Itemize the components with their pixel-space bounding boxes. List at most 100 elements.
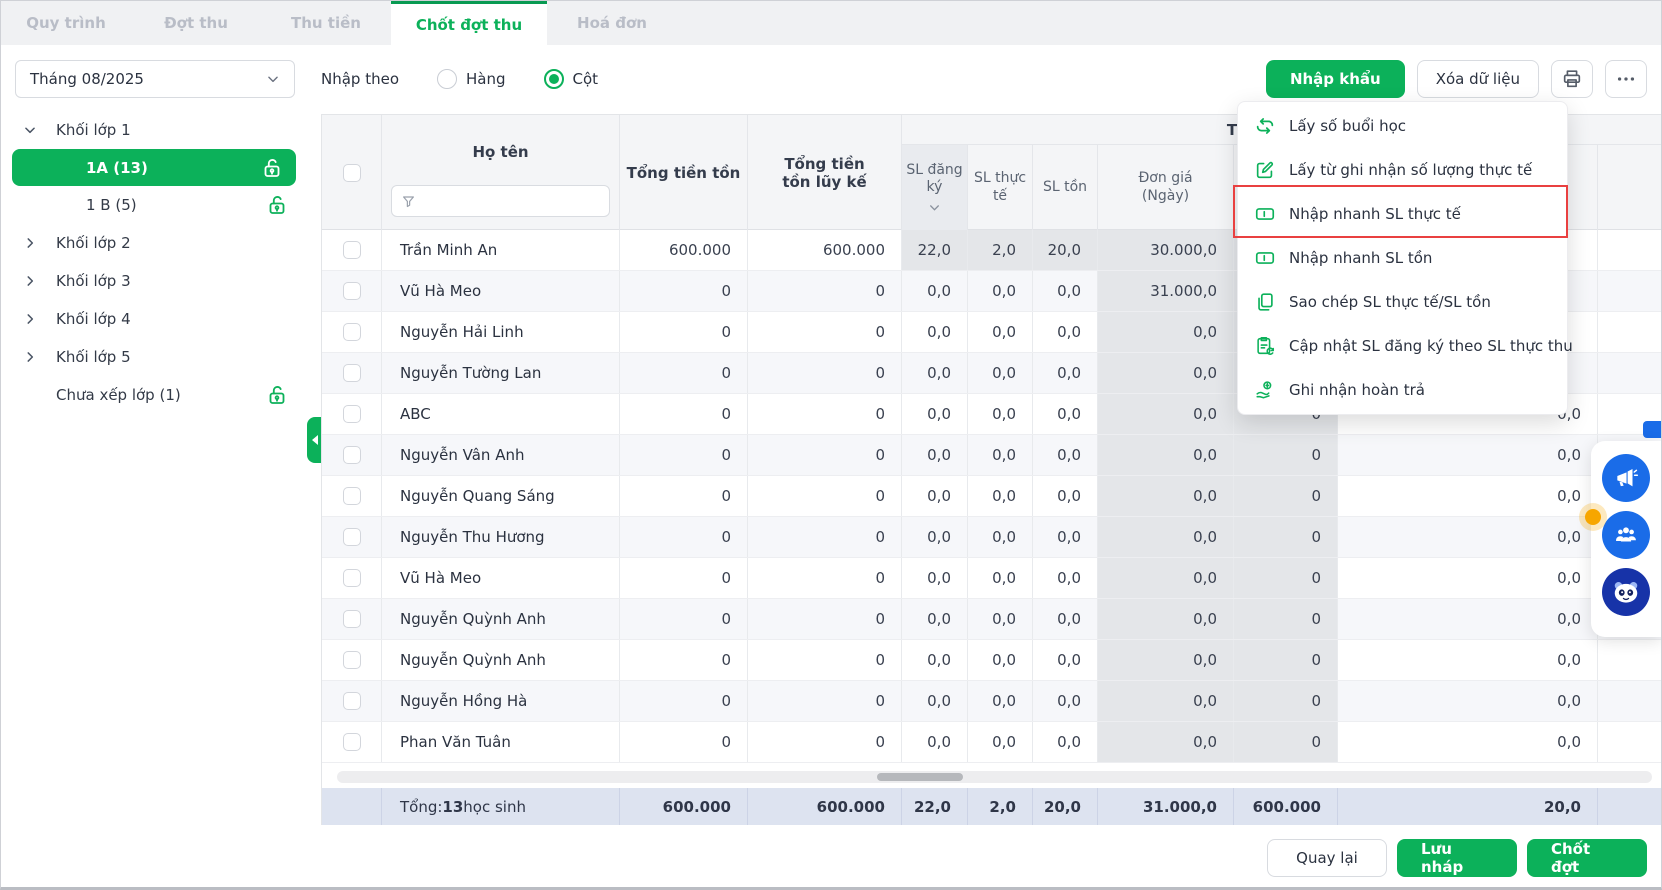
row-checkbox[interactable] <box>342 405 361 423</box>
value-cell[interactable]: 0,0 <box>902 640 968 680</box>
value-cell[interactable]: 0,0 <box>968 599 1033 639</box>
value-cell[interactable]: 0,0 <box>1033 517 1098 557</box>
row-checkbox[interactable] <box>342 733 361 751</box>
value-cell[interactable]: 20,0 <box>1033 230 1098 270</box>
value-cell[interactable]: 0,0 <box>1033 640 1098 680</box>
row-checkbox[interactable] <box>342 323 361 341</box>
column-header-sl-actual[interactable]: SL thực tế <box>968 145 1033 230</box>
save-draft-button[interactable]: Lưu nháp <box>1397 839 1517 877</box>
column-header-total-debt[interactable]: Tổng tiền tồn <box>620 115 748 230</box>
clear-data-button[interactable]: Xóa dữ liệu <box>1416 60 1539 98</box>
value-cell[interactable]: 0,0 <box>902 681 968 721</box>
import-button[interactable]: Nhập khẩu <box>1265 60 1405 98</box>
value-cell[interactable]: 0,0 <box>902 476 968 516</box>
sidebar-item-3[interactable]: Khối lớp 2 <box>1 224 307 262</box>
sort-chevron-icon[interactable] <box>928 201 941 214</box>
row-checkbox[interactable] <box>342 446 361 464</box>
value-cell[interactable]: 0,0 <box>902 722 968 762</box>
value-cell[interactable]: 0,0 <box>1033 312 1098 352</box>
column-header-sl-remain[interactable]: SL tồn <box>1033 145 1098 230</box>
value-cell[interactable]: 22,0 <box>902 230 968 270</box>
value-cell[interactable]: 0,0 <box>968 722 1033 762</box>
sidebar-item-0[interactable]: Khối lớp 1 <box>1 111 307 149</box>
value-cell[interactable]: 0,0 <box>968 558 1033 598</box>
value-cell[interactable]: 0,0 <box>902 353 968 393</box>
value-cell[interactable]: 0,0 <box>968 394 1033 434</box>
value-cell[interactable]: 0,0 <box>902 558 968 598</box>
value-cell[interactable]: 0,0 <box>968 517 1033 557</box>
tab-1[interactable]: Đợt thu <box>131 1 261 45</box>
finalize-button[interactable]: Chốt đợt <box>1527 839 1647 877</box>
name-filter-input[interactable] <box>391 185 610 217</box>
announcements-fab[interactable] <box>1602 454 1650 502</box>
row-checkbox[interactable] <box>342 282 361 300</box>
scrollbar-thumb[interactable] <box>877 773 963 781</box>
menu-item-4[interactable]: Sao chép SL thực tế/SL tồn <box>1238 280 1567 324</box>
value-cell[interactable]: 0,0 <box>1033 558 1098 598</box>
more-actions-button[interactable] <box>1605 60 1647 98</box>
row-checkbox[interactable] <box>342 651 361 669</box>
row-checkbox[interactable] <box>342 569 361 587</box>
menu-item-2[interactable]: Nhập nhanh SL thực tế <box>1233 185 1568 238</box>
chevron-down-icon[interactable] <box>23 123 37 137</box>
select-all-checkbox[interactable] <box>342 163 361 182</box>
value-cell[interactable]: 0,0 <box>968 271 1033 311</box>
row-checkbox[interactable] <box>342 610 361 628</box>
value-cell[interactable]: 0,0 <box>902 271 968 311</box>
value-cell[interactable]: 0,0 <box>968 640 1033 680</box>
sidebar-item-1[interactable]: 1A (13) <box>12 149 296 186</box>
menu-item-1[interactable]: Lấy từ ghi nhận số lượng thực tế <box>1238 148 1567 192</box>
hidden-widget-tab[interactable] <box>1643 421 1661 438</box>
value-cell[interactable]: 0,0 <box>902 517 968 557</box>
value-cell[interactable]: 0,0 <box>1033 435 1098 475</box>
sidebar-item-6[interactable]: Khối lớp 5 <box>1 338 307 376</box>
tab-2[interactable]: Thu tiền <box>261 1 391 45</box>
value-cell[interactable]: 0,0 <box>968 435 1033 475</box>
back-button[interactable]: Quay lại <box>1267 839 1387 877</box>
menu-item-0[interactable]: Lấy số buổi học <box>1238 104 1567 148</box>
menu-item-5[interactable]: Cập nhật SL đăng ký theo SL thực thu <box>1238 324 1573 368</box>
value-cell[interactable]: 0,0 <box>1033 599 1098 639</box>
sidebar-item-2[interactable]: 1 B (5) <box>1 186 307 224</box>
menu-item-6[interactable]: Ghi nhận hoàn trả <box>1238 368 1567 412</box>
radio-icon[interactable] <box>543 69 564 89</box>
scrollbar-track[interactable] <box>337 771 1652 783</box>
radio-icon[interactable] <box>437 69 458 89</box>
month-selector[interactable]: Tháng 08/2025 <box>15 60 295 98</box>
value-cell[interactable]: 0,0 <box>1033 722 1098 762</box>
value-cell[interactable]: 0,0 <box>968 476 1033 516</box>
value-cell[interactable]: 0,0 <box>1033 353 1098 393</box>
column-header-total-debt-accum[interactable]: Tổng tiền tồn lũy kế <box>748 115 902 230</box>
value-cell[interactable]: 0,0 <box>1033 271 1098 311</box>
chevron-right-icon[interactable] <box>23 312 37 326</box>
column-header-unit-price[interactable]: Đơn giá (Ngày) <box>1098 145 1234 230</box>
radio-option-0[interactable]: Hàng <box>437 69 506 89</box>
value-cell[interactable]: 0,0 <box>1033 681 1098 721</box>
chevron-right-icon[interactable] <box>23 350 37 364</box>
tab-0[interactable]: Quy trình <box>1 1 131 45</box>
menu-item-3[interactable]: Nhập nhanh SL tồn <box>1238 236 1567 280</box>
community-fab[interactable] <box>1602 511 1650 559</box>
tab-4[interactable]: Hoá đơn <box>547 1 677 45</box>
value-cell[interactable]: 0,0 <box>1033 476 1098 516</box>
value-cell[interactable]: 0,0 <box>968 681 1033 721</box>
row-checkbox[interactable] <box>342 528 361 546</box>
sidebar-item-5[interactable]: Khối lớp 4 <box>1 300 307 338</box>
value-cell[interactable]: 0,0 <box>902 312 968 352</box>
row-checkbox[interactable] <box>342 487 361 505</box>
tab-3[interactable]: Chốt đợt thu <box>391 1 547 45</box>
row-checkbox[interactable] <box>342 241 361 259</box>
sidebar-item-4[interactable]: Khối lớp 3 <box>1 262 307 300</box>
value-cell[interactable]: 0,0 <box>902 435 968 475</box>
value-cell[interactable]: 0,0 <box>902 599 968 639</box>
value-cell[interactable]: 0,0 <box>1033 394 1098 434</box>
value-cell[interactable]: 0,0 <box>968 312 1033 352</box>
radio-option-1[interactable]: Cột <box>543 69 598 89</box>
chevron-right-icon[interactable] <box>23 274 37 288</box>
value-cell[interactable]: 0,0 <box>968 353 1033 393</box>
row-checkbox[interactable] <box>342 692 361 710</box>
chatbot-fab[interactable] <box>1602 568 1650 616</box>
value-cell[interactable]: 2,0 <box>968 230 1033 270</box>
chevron-right-icon[interactable] <box>23 236 37 250</box>
value-cell[interactable]: 0,0 <box>902 394 968 434</box>
